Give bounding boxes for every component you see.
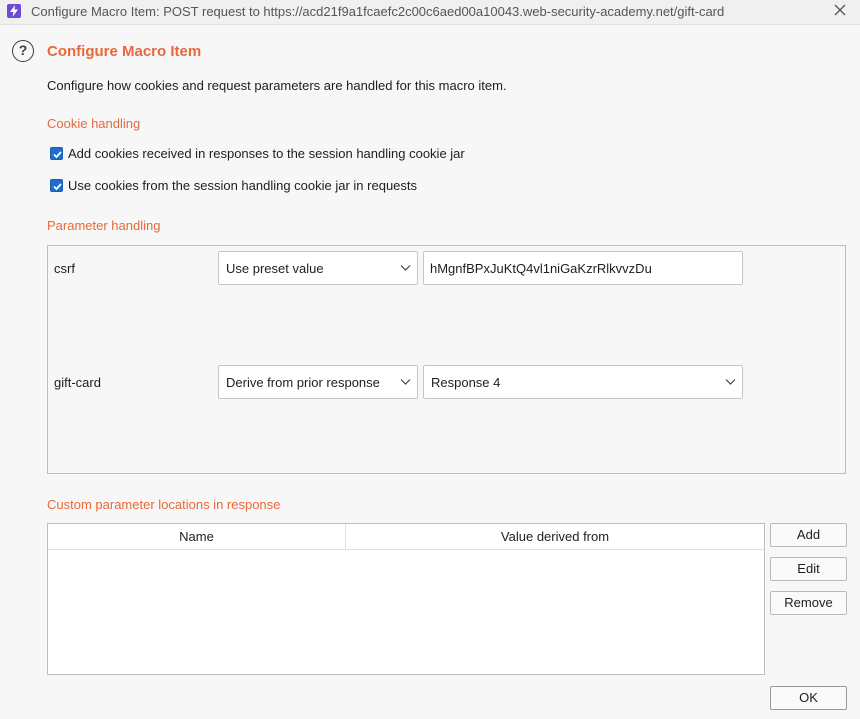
chevron-down-icon	[400, 265, 411, 271]
param-mode-select-csrf[interactable]: Use preset value	[218, 251, 418, 285]
checkbox-checked[interactable]	[50, 179, 63, 192]
param-value-field-csrf[interactable]: hMgnfBPxJuKtQ4vl1niGaKzrRlkvvzDu	[423, 251, 743, 285]
title-bar: Configure Macro Item: POST request to ht…	[0, 0, 860, 25]
column-header-name[interactable]: Name	[48, 524, 346, 550]
edit-button[interactable]: Edit	[770, 557, 847, 581]
chevron-down-icon	[725, 379, 736, 385]
custom-locations-title: Custom parameter locations in response	[47, 497, 281, 512]
cookie-option-use-label: Use cookies from the session handling co…	[68, 178, 418, 193]
custom-locations-table[interactable]: Name Value derived from	[47, 523, 765, 675]
column-header-value-derived-from[interactable]: Value derived from	[346, 524, 764, 550]
dialog-heading: Configure Macro Item	[47, 43, 202, 60]
close-icon[interactable]	[833, 3, 847, 17]
param-value-text: hMgnfBPxJuKtQ4vl1niGaKzrRlkvvzDu	[430, 261, 652, 276]
remove-button[interactable]: Remove	[770, 591, 847, 615]
param-response-value: Response 4	[431, 375, 501, 390]
checkbox-checked[interactable]	[50, 147, 63, 160]
add-button[interactable]: Add	[770, 523, 847, 547]
dialog-description: Configure how cookies and request parame…	[47, 78, 507, 93]
ok-button[interactable]: OK	[770, 686, 847, 710]
help-icon[interactable]: ?	[12, 40, 34, 62]
param-mode-value: Derive from prior response	[226, 375, 380, 390]
burp-app-icon	[7, 4, 21, 18]
cookie-option-add-label: Add cookies received in responses to the…	[68, 146, 465, 161]
param-name-csrf: csrf	[54, 261, 75, 276]
window-title: Configure Macro Item: POST request to ht…	[31, 4, 725, 19]
param-response-select-gift-card[interactable]: Response 4	[423, 365, 743, 399]
param-name-gift-card: gift-card	[54, 375, 101, 390]
parameter-panel: csrf Use preset value hMgnfBPxJuKtQ4vl1n…	[47, 245, 846, 474]
param-mode-select-gift-card[interactable]: Derive from prior response	[218, 365, 418, 399]
cookie-handling-title: Cookie handling	[47, 116, 141, 131]
param-mode-value: Use preset value	[226, 261, 324, 276]
chevron-down-icon	[400, 379, 411, 385]
parameter-handling-title: Parameter handling	[47, 218, 161, 233]
